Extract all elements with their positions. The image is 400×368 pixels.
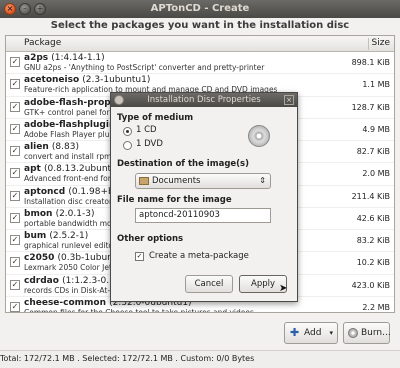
chevron-updown-icon: ⇕ [259, 176, 266, 185]
package-name-text: c2050 [24, 253, 55, 264]
package-version: (2.0.1-3) [55, 208, 95, 219]
row-checkbox[interactable]: ✓ [10, 301, 20, 312]
package-description: Lexmark 2050 Color Jetpr [24, 263, 120, 273]
column-size[interactable]: Size [372, 38, 390, 48]
package-description: GTK+ control panel for Ad [24, 107, 122, 117]
radio-dvd-label: 1 DVD [136, 139, 163, 149]
meta-package-label: Create a meta-package [149, 251, 249, 261]
package-size: 2.0 MB [362, 169, 390, 179]
package-name-text: cheese-common [24, 297, 107, 308]
column-separator [368, 38, 369, 50]
package-name-text: adobe-flashplugin [24, 119, 116, 130]
dialog-titlebar: Installation Disc Properties × [111, 93, 297, 107]
package-size: 1.1 MB [362, 80, 390, 90]
package-description: Advanced front-end for d [24, 174, 118, 184]
destination-select[interactable]: Documents ⇕ [135, 173, 271, 189]
filename-label: File name for the image [117, 195, 232, 205]
properties-dialog: Installation Disc Properties × Type of m… [110, 92, 298, 302]
package-size: 128.7 KiB [351, 102, 390, 112]
package-size: 10.2 KiB [356, 258, 390, 268]
row-checkbox[interactable]: ✓ [10, 279, 20, 290]
meta-package-checkbox[interactable]: ✓ [135, 252, 144, 261]
row-checkbox[interactable]: ✓ [10, 235, 20, 245]
burn-button-label: Burn... [361, 328, 391, 338]
disc-icon [248, 125, 270, 147]
package-description: Adobe Flash Player plugin [24, 129, 122, 139]
package-name-text: acetoneiso [24, 75, 80, 86]
status-text: Total: 172/72.1 MB . Selected: 172/72.1 … [0, 354, 255, 363]
radio-cd[interactable] [123, 127, 132, 136]
row-checkbox[interactable]: ✓ [10, 190, 20, 201]
package-name-text: cdrdao [24, 275, 59, 286]
row-checkbox[interactable]: ✓ [10, 146, 20, 156]
package-description: records CDs in Disk-At-On [24, 285, 121, 295]
dialog-menu-icon[interactable] [114, 95, 124, 105]
package-size: 42.6 KiB [356, 213, 390, 223]
window-titlebar: × – + APTonCD - Create [0, 0, 400, 18]
radio-dvd[interactable] [123, 141, 132, 150]
add-icon: ✚ [290, 326, 300, 339]
row-checkbox[interactable]: ✓ [10, 212, 20, 223]
package-name: a2ps (1:4.14-1.1) [24, 53, 105, 63]
radio-cd-label: 1 CD [136, 125, 157, 135]
row-checkbox[interactable]: ✓ [10, 257, 20, 268]
folder-icon [139, 177, 149, 185]
disc-icon [348, 328, 358, 338]
other-options-label: Other options [117, 234, 184, 244]
package-size: 423.0 KiB [351, 280, 390, 290]
package-description: GNU a2ps - 'Anything to PostScript' conv… [24, 63, 265, 72]
package-name-text: apt [24, 164, 41, 175]
package-description: graphical runlevel editor [24, 241, 117, 250]
package-version: (8.83) [51, 142, 79, 152]
table-row[interactable]: ✓ a2ps (1:4.14-1.1) GNU a2ps - 'Anything t… [6, 52, 394, 75]
row-checkbox[interactable]: ✓ [10, 79, 20, 90]
add-button-label: Add [304, 328, 322, 338]
burn-button[interactable]: Burn... [343, 322, 391, 344]
column-package[interactable]: Package [24, 38, 61, 48]
package-description: portable bandwidth monit [24, 218, 122, 228]
package-size: 211.4 KiB [351, 191, 390, 201]
package-name-text: aptoncd [24, 186, 66, 197]
package-name: alien (8.83) [24, 142, 79, 152]
chevron-down-icon: ▾ [329, 329, 333, 337]
row-checkbox[interactable]: ✓ [10, 57, 20, 67]
package-version: (2.5.2-1) [49, 231, 89, 241]
mouse-cursor-icon: ➤ [279, 283, 288, 294]
package-name: acetoneiso (2.3-1ubuntu1) [24, 75, 150, 85]
package-name-text: bmon [24, 208, 53, 219]
package-name: bmon (2.0.1-3) [24, 209, 94, 219]
cancel-button[interactable]: Cancel [185, 275, 233, 293]
package-description: convert and install rpm an [24, 152, 124, 161]
package-version: (1:4.14-1.1) [51, 53, 105, 63]
package-name-text: a2ps [24, 53, 49, 63]
package-name-text: alien [24, 142, 49, 152]
medium-type-label: Type of medium [117, 113, 194, 123]
destination-label: Destination of the image(s) [117, 159, 249, 169]
package-size: 82.7 KiB [356, 147, 390, 156]
dialog-close-icon[interactable]: × [284, 95, 294, 105]
dialog-title: Installation Disc Properties [147, 95, 261, 105]
table-header: Package Size [6, 36, 394, 52]
add-button[interactable]: ✚ Add ▾ [284, 322, 338, 344]
package-size: 898.1 KiB [351, 58, 390, 67]
instruction-text: Select the packages you want in the inst… [50, 20, 350, 31]
destination-value: Documents [152, 176, 201, 186]
package-size: 2.2 MB [362, 302, 390, 312]
row-checkbox[interactable]: ✓ [10, 168, 20, 179]
package-version: (2.3-1ubuntu1) [82, 75, 151, 86]
package-description: Installation disc creator fo [24, 196, 122, 206]
row-checkbox[interactable]: ✓ [10, 101, 20, 112]
status-bar: Total: 172/72.1 MB . Selected: 172/72.1 … [0, 350, 400, 368]
package-name-text: bum [24, 231, 47, 241]
window-title: APTonCD - Create [150, 3, 250, 14]
package-size: 4.9 MB [362, 124, 390, 134]
package-description: Common files for the Cheese tool to take… [24, 307, 254, 313]
filename-input[interactable]: aptoncd-20110903 [135, 208, 271, 223]
row-checkbox[interactable]: ✓ [10, 123, 20, 134]
package-name: bum (2.5.2-1) [24, 231, 88, 241]
package-size: 83.2 KiB [356, 236, 390, 245]
